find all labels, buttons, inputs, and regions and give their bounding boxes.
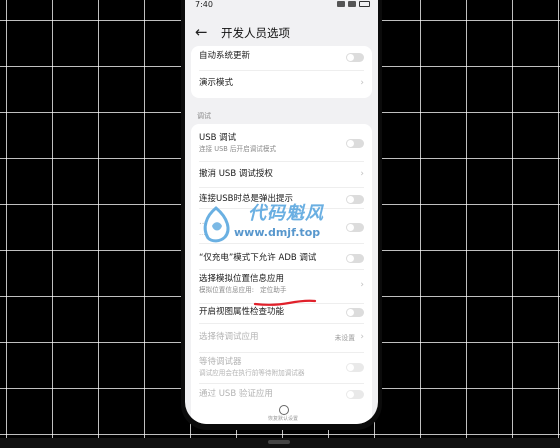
setting-label: 演示模式 [199,78,234,88]
setting-label: 通过 USB 验证应用 [199,389,273,399]
setting-usb-prompt[interactable]: 连接USB时总是弹出提示 [191,188,372,208]
home-icon[interactable] [279,405,289,415]
setting-value: 未设置 [334,334,355,342]
phone-frame: 7:40 ← 开发人员选项 自动系统更新 演示模式 › 调试 USB 调试 连接… [181,0,382,430]
status-bar: 7:40 [185,0,378,12]
divider [199,70,364,71]
signal-icon [337,1,345,7]
app-bar: ← 开发人员选项 [185,20,378,46]
bottom-bar [0,438,560,448]
phone-screen: 7:40 ← 开发人员选项 自动系统更新 演示模式 › 调试 USB 调试 连接… [185,0,378,424]
settings-card-general: 自动系统更新 演示模式 › [191,46,372,98]
setting-demo-mode[interactable]: 演示模式 › [191,72,372,96]
setting-label: USB 调试 [199,133,237,143]
toggle-switch[interactable] [346,53,364,62]
toggle-switch[interactable] [346,390,364,399]
mock-location-value: 定位助手 [260,286,287,294]
setting-label: 连接USB时总是弹出提示 [199,194,293,204]
status-time: 7:40 [195,0,213,9]
setting-label: 选择待调试应用 [199,332,259,342]
setting-wait-debugger[interactable]: 等待调试器 调试应用会在执行前等待附加调试器 [191,353,372,383]
bottom-indicator [268,440,290,444]
setting-label: ... [199,217,208,227]
chevron-right-icon: › [360,332,364,342]
toggle-switch[interactable] [346,139,364,148]
mock-location-prefix: 模拟位置信息应用: [199,286,254,294]
setting-label: 撤消 USB 调试授权 [199,169,273,179]
setting-mock-location-app[interactable]: 选择模拟位置信息应用 模拟位置信息应用: 定位助手 › [191,270,372,302]
setting-label: “仅充电”模式下允许 ADB 调试 [199,253,317,263]
setting-usb-debug[interactable]: USB 调试 连接 USB 后开启调试模式 [191,124,372,160]
battery-icon [359,1,370,7]
toggle-switch[interactable] [346,363,364,372]
bottom-label: 恢复默认设置 [267,416,298,422]
setting-description: 连接 USB 后开启调试模式 [199,145,277,153]
setting-adb-install[interactable]: ... ... [191,209,372,243]
setting-select-debug-app[interactable]: 选择待调试应用 未设置 › [191,324,372,352]
section-header-debug: 调试 [197,112,211,120]
page-title: 开发人员选项 [221,26,290,40]
setting-revoke-usb-auth[interactable]: 撤消 USB 调试授权 › [191,162,372,188]
setting-description: 模拟位置信息应用: 定位助手 [199,286,286,295]
settings-card-debug: USB 调试 连接 USB 后开启调试模式 撤消 USB 调试授权 › 连接US… [191,124,372,424]
setting-description: 调试应用会在执行前等待附加调试器 [199,369,305,377]
arrow-left-icon[interactable]: ← [195,22,208,42]
setting-verify-usb-apps[interactable]: 通过 USB 验证应用 [191,384,372,406]
setting-auto-update[interactable]: 自动系统更新 [191,46,372,68]
setting-label: 开启视图属性检查功能 [199,307,285,317]
chevron-right-icon: › [360,169,364,179]
toggle-switch[interactable] [346,308,364,317]
status-icons [337,1,370,7]
setting-label: 等待调试器 [199,357,242,367]
toggle-switch[interactable] [346,223,364,232]
wifi-icon [348,1,356,7]
setting-label: 自动系统更新 [199,51,251,61]
setting-adb-charging-only[interactable]: “仅充电”模式下允许 ADB 调试 [191,244,372,268]
toggle-switch[interactable] [346,195,364,204]
setting-label: 选择模拟位置信息应用 [199,274,285,284]
chevron-right-icon: › [360,280,364,290]
setting-description: ... [199,229,206,237]
chevron-right-icon: › [360,78,364,88]
toggle-switch[interactable] [346,254,364,263]
red-underline-annotation [253,299,317,306]
